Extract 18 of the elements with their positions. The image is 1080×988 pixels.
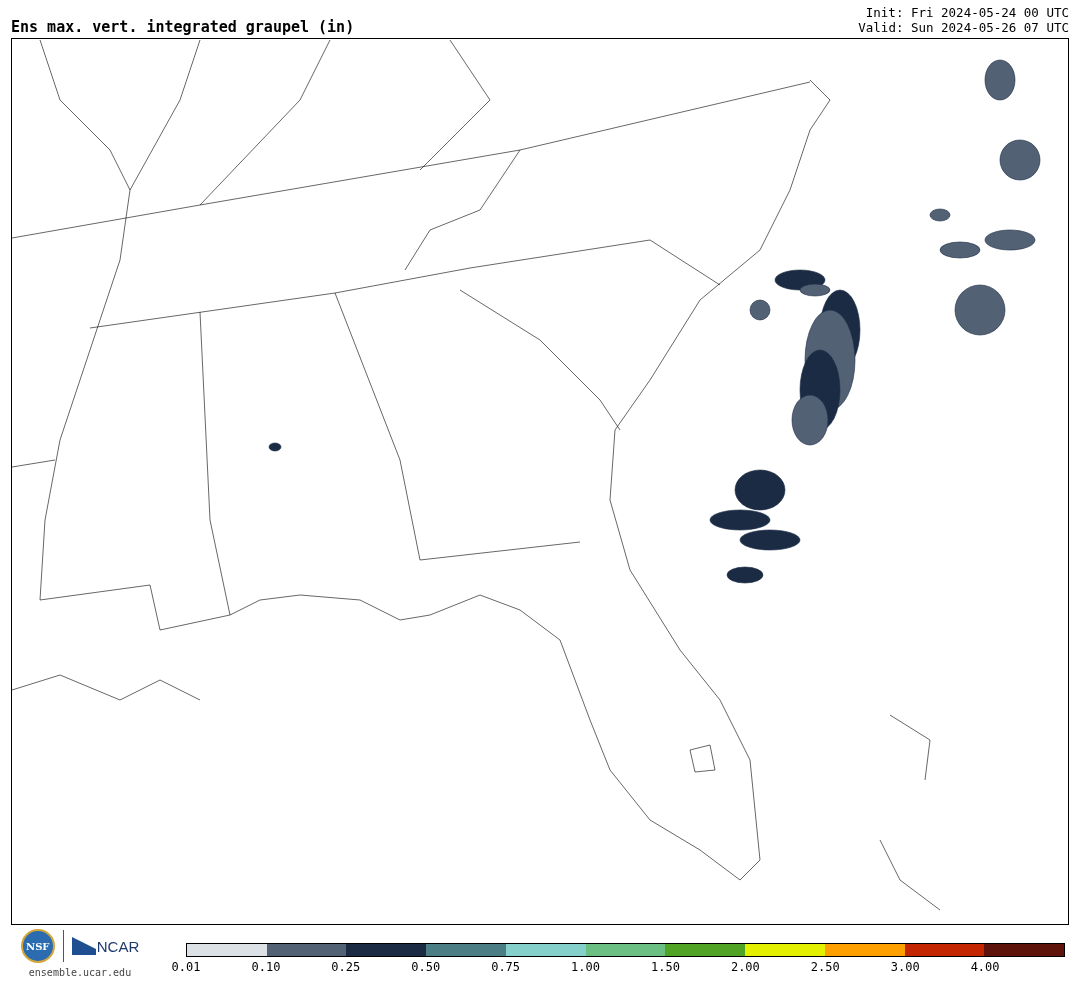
colorbar-label: 3.00 bbox=[890, 959, 920, 976]
colorbar-label: 2.50 bbox=[810, 959, 840, 976]
colorbar-label: 0.75 bbox=[491, 959, 521, 976]
site-url: ensemble.ucar.edu bbox=[28, 966, 132, 980]
colorbar-label: 4.00 bbox=[970, 959, 1000, 976]
colorbar-label: 2.00 bbox=[730, 959, 760, 976]
map-title: Ens max. vert. integrated graupel (in) bbox=[11, 20, 355, 35]
valid-time: Valid: Sun 2024-05-26 07 UTC bbox=[858, 20, 1069, 35]
init-time: Init: Fri 2024-05-24 00 UTC bbox=[865, 5, 1069, 20]
colorbar-label: 0.25 bbox=[331, 959, 361, 976]
colorbar-label: 0.10 bbox=[251, 959, 281, 976]
colorbar-label: 0.01 bbox=[171, 959, 201, 976]
wave-icon bbox=[71, 937, 96, 955]
colorbar-label: 0.50 bbox=[411, 959, 441, 976]
colorbar-label: 1.00 bbox=[571, 959, 600, 976]
colorbar-label: 1.50 bbox=[651, 959, 680, 976]
nsf-logo: NSF bbox=[20, 929, 55, 963]
ncar-logo: NCAR bbox=[96, 938, 140, 954]
